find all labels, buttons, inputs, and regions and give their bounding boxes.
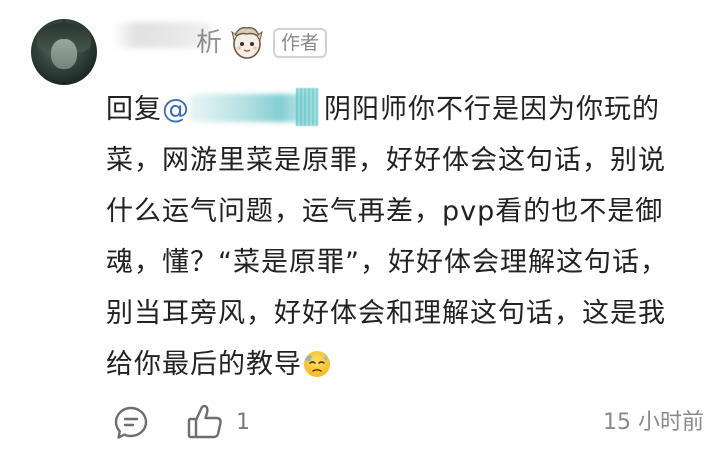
comment-line-4: 魂，懂？“菜是原罪”，好好体会理解这句话， (106, 247, 668, 278)
comment-line-6-text: 给你最后的教导 (106, 349, 302, 380)
comment-actions: 1 15 小时前 (0, 400, 720, 446)
user-avatar[interactable] (31, 19, 97, 85)
comment-line-1-text: 阴阳师你不行是因为你玩的 (324, 94, 660, 125)
comment-line-3: 什么运气问题，运气再差，pvp看的也不是御 (106, 196, 664, 227)
comment-card: 析 作者 回复@ 阴阳师你不行是因为你玩的 菜，网游里菜是原罪，好好体会这句话，别… (0, 0, 720, 468)
username-redacted[interactable]: 析 (112, 14, 222, 56)
reply-prefix: 回复 (106, 94, 162, 125)
sweat-disappointed-face-emoji (304, 351, 330, 377)
mention-redacted (190, 88, 322, 126)
author-badge: 作者 (273, 28, 327, 58)
username-visible-tail: 析 (196, 28, 223, 58)
mention-at: @ (162, 94, 190, 125)
mention-link[interactable]: @ (162, 88, 324, 126)
comment-line-5: 别当耳旁风，好好体会和理解这句话，这是我 (106, 298, 666, 329)
comment-body: 回复@ 阴阳师你不行是因为你玩的 菜，网游里菜是原罪，好好体会这句话，别说 什么运… (106, 84, 686, 390)
comment-line-1: 回复@ 阴阳师你不行是因为你玩的 (106, 84, 686, 135)
comment-timestamp: 15 小时前 (603, 410, 704, 435)
anime-character-flair-icon (231, 27, 263, 59)
like-count: 1 (236, 410, 250, 435)
thumbs-up-icon[interactable] (186, 402, 224, 442)
comment-bubble-icon[interactable] (112, 404, 150, 442)
avatar-face (51, 39, 77, 69)
comment-line-6: 给你最后的教导 (106, 339, 686, 390)
comment-line-2: 菜，网游里菜是原罪，好好体会这句话，别说 (106, 145, 666, 176)
